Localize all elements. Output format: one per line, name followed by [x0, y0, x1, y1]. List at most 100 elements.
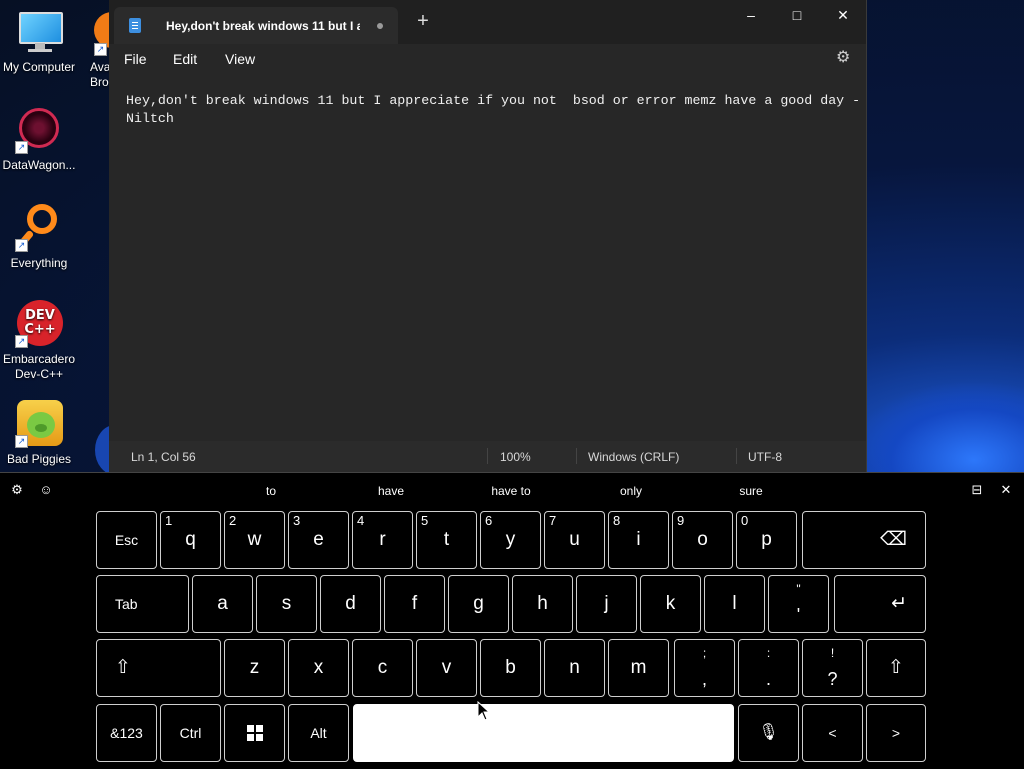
- key-ctrl[interactable]: Ctrl: [160, 704, 221, 762]
- touch-keyboard: ⚙ ☺ to have have to only sure ⊟ ✕ Esc 1q…: [0, 472, 1024, 769]
- desktop-icon-my-computer[interactable]: My Computer: [0, 8, 78, 75]
- menu-view[interactable]: View: [225, 51, 255, 67]
- key-letter[interactable]: 2w: [224, 511, 285, 569]
- key-enter[interactable]: ↵: [834, 575, 926, 633]
- key-backspace[interactable]: ⌫: [802, 511, 926, 569]
- line-ending[interactable]: Windows (CRLF): [588, 450, 679, 464]
- desktop-icon-label: My Computer: [2, 60, 76, 74]
- key-letter[interactable]: j: [576, 575, 637, 633]
- key-letter[interactable]: h: [512, 575, 573, 633]
- desktop-icon-label: Everything: [10, 256, 68, 270]
- shift-icon: ⇧: [888, 657, 904, 678]
- key-letter[interactable]: 0p: [736, 511, 797, 569]
- minimize-button[interactable]: –: [728, 0, 774, 32]
- key-number: 6: [485, 513, 493, 528]
- key-letter[interactable]: l: [704, 575, 765, 633]
- key-letter[interactable]: a: [192, 575, 253, 633]
- suggestion[interactable]: to: [266, 484, 276, 498]
- key-upper: :: [766, 646, 771, 660]
- key-tab[interactable]: Tab: [96, 575, 189, 633]
- key-letter[interactable]: g: [448, 575, 509, 633]
- suggestion-bar: ⚙ ☺ to have have to only sure ⊟ ✕: [0, 473, 1024, 509]
- key-number: 3: [293, 513, 301, 528]
- gear-icon[interactable]: ⚙: [836, 50, 852, 66]
- maximize-button[interactable]: □: [774, 0, 820, 32]
- key-letter[interactable]: 6y: [480, 511, 541, 569]
- key-mic[interactable]: 🎙: [738, 704, 799, 762]
- encoding[interactable]: UTF-8: [748, 450, 782, 464]
- shortcut-arrow-icon: ↗: [15, 335, 28, 348]
- key-letter[interactable]: d: [320, 575, 381, 633]
- settings-icon[interactable]: ⚙: [9, 482, 25, 498]
- key-quote[interactable]: " ': [768, 575, 829, 633]
- key-letter[interactable]: z: [224, 639, 285, 697]
- key-esc[interactable]: Esc: [96, 511, 157, 569]
- key-letter[interactable]: 3e: [288, 511, 349, 569]
- key-letter[interactable]: 9o: [672, 511, 733, 569]
- desktop-icon-devcpp[interactable]: DEV C++ ↗ Embarcadero Dev-C++: [0, 300, 78, 382]
- key-shift-right[interactable]: ⇧: [866, 639, 926, 697]
- shortcut-arrow-icon: ↗: [15, 435, 28, 448]
- suggestion[interactable]: only: [620, 484, 642, 498]
- key-windows[interactable]: [224, 704, 285, 762]
- desktop-icon-datawagon[interactable]: ↗ DataWagon...: [0, 106, 78, 173]
- suggestion[interactable]: sure: [739, 484, 762, 498]
- key-letter[interactable]: f: [384, 575, 445, 633]
- text-editor[interactable]: Hey,don't break windows 11 but I appreci…: [126, 92, 866, 128]
- cursor-position: Ln 1, Col 56: [131, 450, 196, 464]
- wallpaper-swirl: [844, 380, 1024, 472]
- close-button[interactable]: ✕: [820, 0, 866, 32]
- key-symbols[interactable]: &123: [96, 704, 157, 762]
- key-space[interactable]: [353, 704, 734, 762]
- menu-edit[interactable]: Edit: [173, 51, 197, 67]
- key-number: 1: [165, 513, 173, 528]
- key-letter[interactable]: 4r: [352, 511, 413, 569]
- desktop-icon-everything[interactable]: ↗ Everything: [0, 204, 78, 271]
- key-upper: !: [830, 646, 835, 660]
- new-tab-button[interactable]: +: [412, 11, 434, 33]
- key-left-arrow[interactable]: <: [802, 704, 863, 762]
- suggestion[interactable]: have to: [491, 484, 530, 498]
- key-number: 0: [741, 513, 749, 528]
- desktop-icon-bad-piggies[interactable]: ↗ Bad Piggies: [0, 400, 78, 467]
- document-tab[interactable]: Hey,don't break windows 11 but I ap: [114, 7, 398, 44]
- chevron-right-icon: >: [891, 725, 901, 741]
- desktop-icon-label: Embarcadero Dev-C++: [2, 352, 76, 381]
- magnifier-icon: ↗: [15, 204, 63, 252]
- key-char: p: [761, 529, 772, 550]
- key-letter[interactable]: n: [544, 639, 605, 697]
- key-shift-left[interactable]: ⇧: [96, 639, 221, 697]
- key-letter[interactable]: s: [256, 575, 317, 633]
- emoji-panel-icon[interactable]: ☺: [38, 482, 54, 498]
- key-question[interactable]: !?: [802, 639, 863, 697]
- suggestion[interactable]: have: [378, 484, 404, 498]
- key-letter[interactable]: 8i: [608, 511, 669, 569]
- menu-file[interactable]: File: [124, 51, 147, 67]
- key-letter[interactable]: 5t: [416, 511, 477, 569]
- zoom-level[interactable]: 100%: [500, 450, 531, 464]
- key-comma[interactable]: ;,: [674, 639, 735, 697]
- key-letter[interactable]: b: [480, 639, 541, 697]
- key-letter[interactable]: 7u: [544, 511, 605, 569]
- dock-keyboard-icon[interactable]: ⊟: [969, 482, 985, 498]
- close-keyboard-icon[interactable]: ✕: [998, 482, 1014, 498]
- mouse-cursor-icon: [477, 701, 491, 721]
- key-period[interactable]: :.: [738, 639, 799, 697]
- key-letter[interactable]: x: [288, 639, 349, 697]
- key-letter[interactable]: c: [352, 639, 413, 697]
- key-number: 9: [677, 513, 685, 528]
- datawagon-icon: ↗: [15, 106, 63, 154]
- backspace-icon: ⌫: [880, 529, 907, 550]
- key-letter[interactable]: m: [608, 639, 669, 697]
- unsaved-dot-icon[interactable]: [377, 23, 383, 29]
- key-letter[interactable]: v: [416, 639, 477, 697]
- divider: [576, 448, 577, 464]
- key-char: u: [569, 529, 580, 550]
- windows-icon: [246, 724, 263, 741]
- key-letter[interactable]: 1q: [160, 511, 221, 569]
- key-upper: ": [796, 582, 801, 596]
- key-right-arrow[interactable]: >: [866, 704, 926, 762]
- key-letter[interactable]: k: [640, 575, 701, 633]
- key-lower: ': [796, 605, 801, 625]
- key-alt[interactable]: Alt: [288, 704, 349, 762]
